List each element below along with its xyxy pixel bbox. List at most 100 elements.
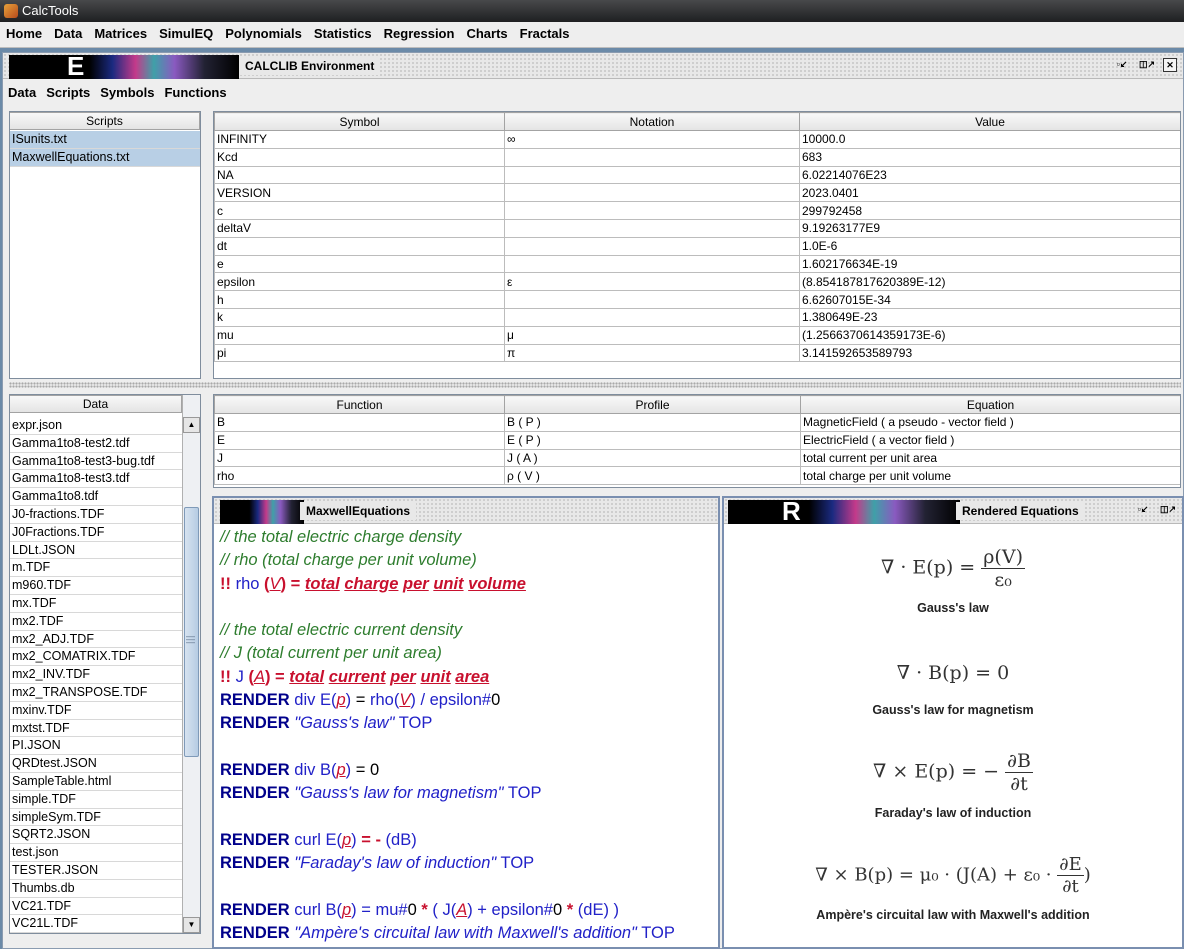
function-cell[interactable]: rho (214, 466, 505, 486)
notation-column-header[interactable]: Notation (504, 112, 800, 131)
value-cell[interactable]: (8.854187817620389E-12) (799, 272, 1180, 292)
symbol-row[interactable]: NA 6.02214076E23 (214, 165, 1180, 185)
scroll-down-icon[interactable]: ▼ (183, 917, 200, 933)
env-menu-symbols[interactable]: Symbols (95, 81, 159, 105)
profile-cell[interactable]: B ( P ) (504, 413, 801, 432)
data-list-item[interactable]: LDLt.JSON (10, 542, 182, 560)
symbol-cell[interactable]: Kcd (214, 147, 505, 167)
rendered-title-bar[interactable]: R Rendered Equations ▫↙ ◫↗ (724, 496, 1182, 526)
value-cell[interactable]: 3.141592653589793 (799, 343, 1180, 363)
notation-cell[interactable] (504, 218, 800, 238)
data-list-item[interactable]: QRDtest.JSON (10, 755, 182, 773)
data-list-item[interactable]: J0Fractions.TDF (10, 524, 182, 542)
notation-cell[interactable] (504, 236, 800, 256)
value-cell[interactable]: 1.602176634E-19 (799, 254, 1180, 274)
data-list-item[interactable]: mx2_ADJ.TDF (10, 631, 182, 649)
script-editor[interactable]: // the total electric charge density // … (214, 526, 718, 947)
symbol-cell[interactable]: k (214, 307, 505, 327)
notation-cell[interactable] (504, 165, 800, 185)
menu-charts[interactable]: Charts (460, 22, 513, 46)
notation-cell[interactable]: ∞ (504, 130, 800, 149)
notation-cell[interactable]: ε (504, 272, 800, 292)
data-list-item[interactable]: PI.JSON (10, 737, 182, 756)
data-list-item[interactable]: mxinv.TDF (10, 702, 182, 720)
data-list-item[interactable]: VC21L.TDF (10, 915, 182, 933)
value-cell[interactable]: (1.2566370614359173E-6) (799, 325, 1180, 345)
value-cell[interactable]: 1.0E-6 (799, 236, 1180, 256)
function-cell[interactable]: J (214, 448, 505, 468)
menu-matrices[interactable]: Matrices (88, 22, 153, 46)
symbol-row[interactable]: deltaV 9.19263177E9 (214, 218, 1180, 238)
data-list-item[interactable]: VC21.TDF (10, 898, 182, 916)
symbol-row[interactable]: mu μ (1.2566370614359173E-6) (214, 325, 1180, 345)
menu-simuleq[interactable]: SimulEQ (153, 22, 219, 46)
data-list-item[interactable]: Gamma1to8-test3-bug.tdf (10, 453, 182, 471)
symbol-row[interactable]: k 1.380649E-23 (214, 307, 1180, 327)
symbol-row[interactable]: h 6.62607015E-34 (214, 290, 1180, 309)
symbol-cell[interactable]: deltaV (214, 218, 505, 238)
profile-cell[interactable]: E ( P ) (504, 430, 801, 450)
notation-cell[interactable]: π (504, 343, 800, 363)
equation-cell[interactable]: MagneticField ( a pseudo - vector field … (800, 413, 1180, 432)
symbol-cell[interactable]: INFINITY (214, 130, 505, 149)
data-list-item[interactable]: mx.TDF (10, 595, 182, 613)
data-list-item[interactable]: simple.TDF (10, 791, 182, 809)
symbol-row[interactable]: INFINITY ∞ 10000.0 (214, 130, 1180, 149)
menu-fractals[interactable]: Fractals (514, 22, 576, 46)
notation-cell[interactable] (504, 201, 800, 220)
symbol-cell[interactable]: pi (214, 343, 505, 363)
env-menu-data[interactable]: Data (3, 81, 41, 105)
function-row[interactable]: BB ( P ) MagneticField ( a pseudo - vecto… (214, 413, 1180, 432)
symbol-row[interactable]: Kcd 683 (214, 147, 1180, 167)
data-list-item[interactable]: test.json (10, 844, 182, 862)
data-list-item[interactable]: mx2_TRANSPOSE.TDF (10, 684, 182, 702)
menu-regression[interactable]: Regression (378, 22, 461, 46)
equation-cell[interactable]: ElectricField ( a vector field ) (800, 430, 1180, 450)
symbol-column-header[interactable]: Symbol (214, 112, 505, 131)
symbol-row[interactable]: epsilon ε (8.854187817620389E-12) (214, 272, 1180, 292)
value-cell[interactable]: 6.62607015E-34 (799, 290, 1180, 309)
data-list-item[interactable]: mxtst.TDF (10, 720, 182, 738)
data-list-item[interactable]: simpleSym.TDF (10, 809, 182, 827)
symbol-row[interactable]: c 299792458 (214, 201, 1180, 220)
editor-title-bar[interactable]: MaxwellEquations (214, 498, 718, 524)
symbol-cell[interactable]: c (214, 201, 505, 220)
maximize-icon[interactable]: ◫↗ (1160, 503, 1176, 517)
notation-cell[interactable] (504, 183, 800, 203)
equation-cell[interactable]: total charge per unit volume (800, 466, 1180, 486)
data-list-item[interactable]: Thumbs.db (10, 880, 182, 898)
symbol-cell[interactable]: epsilon (214, 272, 505, 292)
split-divider[interactable] (9, 382, 1181, 388)
symbol-row[interactable]: e 1.602176634E-19 (214, 254, 1180, 274)
data-list-item[interactable]: J0-fractions.TDF (10, 506, 182, 524)
env-menu-scripts[interactable]: Scripts (41, 81, 95, 105)
close-icon[interactable]: ✕ (1163, 58, 1177, 72)
value-cell[interactable]: 10000.0 (799, 130, 1180, 149)
data-list-item[interactable]: SampleTable.html (10, 773, 182, 791)
data-list-item[interactable]: Gamma1to8-test3.tdf (10, 470, 182, 489)
symbol-row[interactable]: VERSION 2023.0401 (214, 183, 1180, 203)
function-cell[interactable]: B (214, 413, 505, 432)
scroll-up-icon[interactable]: ▲ (183, 417, 200, 433)
value-column-header[interactable]: Value (799, 112, 1180, 131)
function-column-header[interactable]: Function (214, 395, 505, 414)
notation-cell[interactable]: μ (504, 325, 800, 345)
value-cell[interactable]: 6.02214076E23 (799, 165, 1180, 185)
value-cell[interactable]: 1.380649E-23 (799, 307, 1180, 327)
function-row[interactable]: JJ ( A ) total current per unit area (214, 448, 1180, 468)
symbol-cell[interactable]: e (214, 254, 505, 274)
notation-cell[interactable] (504, 254, 800, 274)
profile-cell[interactable]: ρ ( V ) (504, 466, 801, 486)
script-item[interactable]: ISunits.txt (10, 131, 200, 149)
value-cell[interactable]: 299792458 (799, 201, 1180, 220)
symbol-cell[interactable]: VERSION (214, 183, 505, 203)
function-row[interactable]: rho ρ ( V ) total charge per unit volume (214, 466, 1180, 486)
minimize-icon[interactable]: ▫↙ (1115, 58, 1129, 72)
env-menu-functions[interactable]: Functions (159, 81, 231, 105)
symbol-cell[interactable]: h (214, 290, 505, 309)
notation-cell[interactable] (504, 307, 800, 327)
data-list-item[interactable]: TESTER.JSON (10, 862, 182, 880)
value-cell[interactable]: 2023.0401 (799, 183, 1180, 203)
menu-data[interactable]: Data (48, 22, 88, 46)
equation-column-header[interactable]: Equation (800, 395, 1180, 414)
